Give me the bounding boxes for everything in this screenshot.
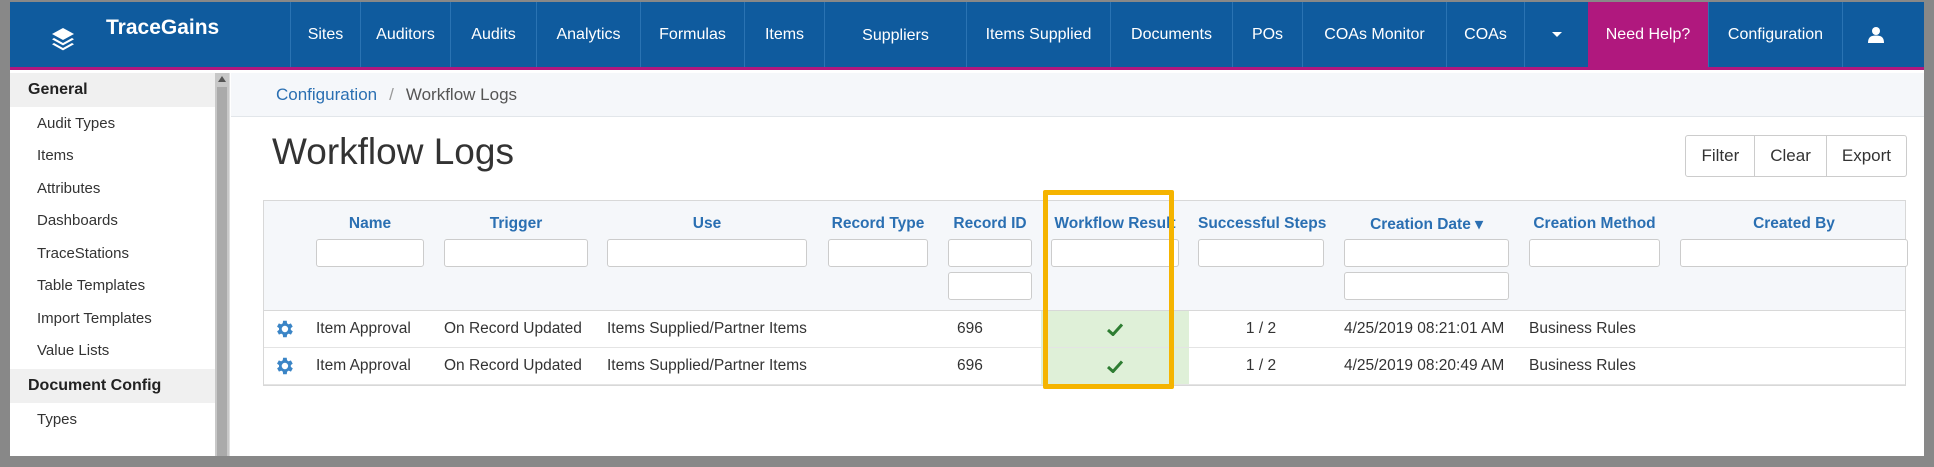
column-header-creation-date[interactable]: Creation Date ▾ [1344,215,1509,234]
nav-auditors[interactable]: Auditors [360,2,450,67]
cell-trigger: On Record Updated [444,357,582,374]
creation-date-to-input[interactable] [1344,272,1509,300]
column-header-creation-method[interactable]: Creation Method [1529,215,1660,233]
column-created-by: Created By [1680,201,1908,311]
user-menu[interactable] [1842,2,1908,67]
cell-creation-method: Business Rules [1529,320,1636,337]
layers-logo-icon [52,28,74,51]
sidebar-item-value-lists[interactable]: Value Lists [10,335,229,368]
scroll-up-arrow-icon[interactable] [218,76,226,82]
cell-record-id: 696 [957,320,983,337]
nav-more-dropdown[interactable] [1524,2,1588,67]
sidebar-section-general: General [10,73,216,107]
gear-icon [277,320,293,338]
screenshot-frame: TraceGains Sites Auditors Audits Analyti… [0,0,1934,467]
breadcrumb-configuration-link[interactable]: Configuration [276,85,377,105]
cell-name: Item Approval [316,320,411,337]
name-filter-input[interactable] [316,239,424,267]
creation-method-filter-input[interactable] [1529,239,1660,267]
nav-audits[interactable]: Audits [450,2,536,67]
record-id-min-input[interactable] [948,239,1032,267]
page-title: Workflow Logs [272,131,514,172]
sidebar: General Audit Types Items Attributes Das… [10,73,230,456]
gear-icon [277,357,293,375]
nav-analytics[interactable]: Analytics [536,2,640,67]
clear-button[interactable]: Clear [1754,136,1826,176]
sidebar-item-items[interactable]: Items [10,140,229,173]
creation-date-from-input[interactable] [1344,239,1509,267]
column-record-id: Record ID [948,201,1032,311]
cell-trigger: On Record Updated [444,320,582,337]
nav-documents[interactable]: Documents [1110,2,1232,67]
need-help-button[interactable]: Need Help? [1588,2,1708,67]
nav-formulas[interactable]: Formulas [640,2,744,67]
breadcrumb-current: Workflow Logs [405,84,518,104]
sidebar-item-tracestations[interactable]: TraceStations [10,237,229,270]
app-window: TraceGains Sites Auditors Audits Analyti… [10,2,1924,456]
export-button[interactable]: Export [1825,136,1906,176]
cell-use: Items Supplied/Partner Items [607,320,807,337]
column-header-successful-steps[interactable]: Successful Steps [1198,215,1326,233]
cell-successful-steps: 1 / 2 [1245,320,1277,337]
nav-items[interactable]: Items [744,2,824,67]
column-creation-method: Creation Method [1529,201,1660,311]
column-header-record-id[interactable]: Record ID [948,215,1032,233]
column-trigger: Trigger [444,201,588,311]
nav-pos[interactable]: POs [1232,2,1302,67]
breadcrumb: Configuration / Workflow Logs [231,73,1924,117]
sidebar-scrollbar[interactable] [215,73,229,456]
nav-coas-monitor[interactable]: COAs Monitor [1302,2,1446,67]
cell-record-id: 696 [957,357,983,374]
record-type-filter-input[interactable] [828,239,928,267]
cell-successful-steps: 1 / 2 [1245,357,1277,374]
sidebar-item-attributes[interactable]: Attributes [10,172,229,205]
nav-suppliers[interactable]: Suppliers [824,2,966,67]
column-creation-date: Creation Date ▾ [1344,201,1509,311]
sidebar-scroll-thumb[interactable] [217,87,227,456]
column-header-record-type[interactable]: Record Type [828,215,928,233]
sidebar-item-audit-types[interactable]: Audit Types [10,107,229,140]
nav-configuration[interactable]: Configuration [1708,2,1842,67]
column-header-use[interactable]: Use [607,215,807,233]
filter-button[interactable]: Filter [1686,136,1754,176]
brand[interactable]: TraceGains [10,2,290,67]
use-filter-input[interactable] [607,239,807,267]
cell-use: Items Supplied/Partner Items [607,357,807,374]
created-by-filter-input[interactable] [1680,239,1908,267]
sidebar-item-import-templates[interactable]: Import Templates [10,302,229,335]
successful-steps-filter-input[interactable] [1198,239,1324,267]
column-header-trigger[interactable]: Trigger [444,215,588,233]
column-use: Use [607,201,807,311]
column-header-name[interactable]: Name [316,215,424,233]
cell-creation-method: Business Rules [1529,357,1636,374]
column-record-type: Record Type [828,201,928,311]
cell-name: Item Approval [316,357,411,374]
nav-items-supplied[interactable]: Items Supplied [966,2,1110,67]
user-icon [1867,27,1884,43]
record-id-max-input[interactable] [948,272,1032,300]
breadcrumb-separator: / [389,84,394,104]
trigger-filter-input[interactable] [444,239,588,267]
nav-coas[interactable]: COAs [1446,2,1524,67]
top-navigation: TraceGains Sites Auditors Audits Analyti… [10,2,1924,70]
workflow-result-highlight [1043,190,1174,389]
sidebar-item-types[interactable]: Types [10,403,229,436]
cell-creation-date: 4/25/2019 08:21:01 AM [1344,320,1505,337]
nav-sites[interactable]: Sites [290,2,360,67]
column-name: Name [316,201,424,311]
cell-creation-date: 4/25/2019 08:20:49 AM [1344,357,1505,374]
caret-down-icon [1551,31,1562,37]
column-successful-steps: Successful Steps [1198,201,1326,311]
row-settings-button[interactable] [273,348,295,384]
row-settings-button[interactable] [273,311,295,347]
action-button-group: Filter Clear Export [1685,135,1907,177]
sidebar-item-table-templates[interactable]: Table Templates [10,270,229,303]
sidebar-item-dashboards[interactable]: Dashboards [10,205,229,238]
brand-name: TraceGains [106,16,220,39]
sidebar-section-document-config: Document Config [10,369,216,403]
column-header-created-by[interactable]: Created By [1680,215,1908,233]
